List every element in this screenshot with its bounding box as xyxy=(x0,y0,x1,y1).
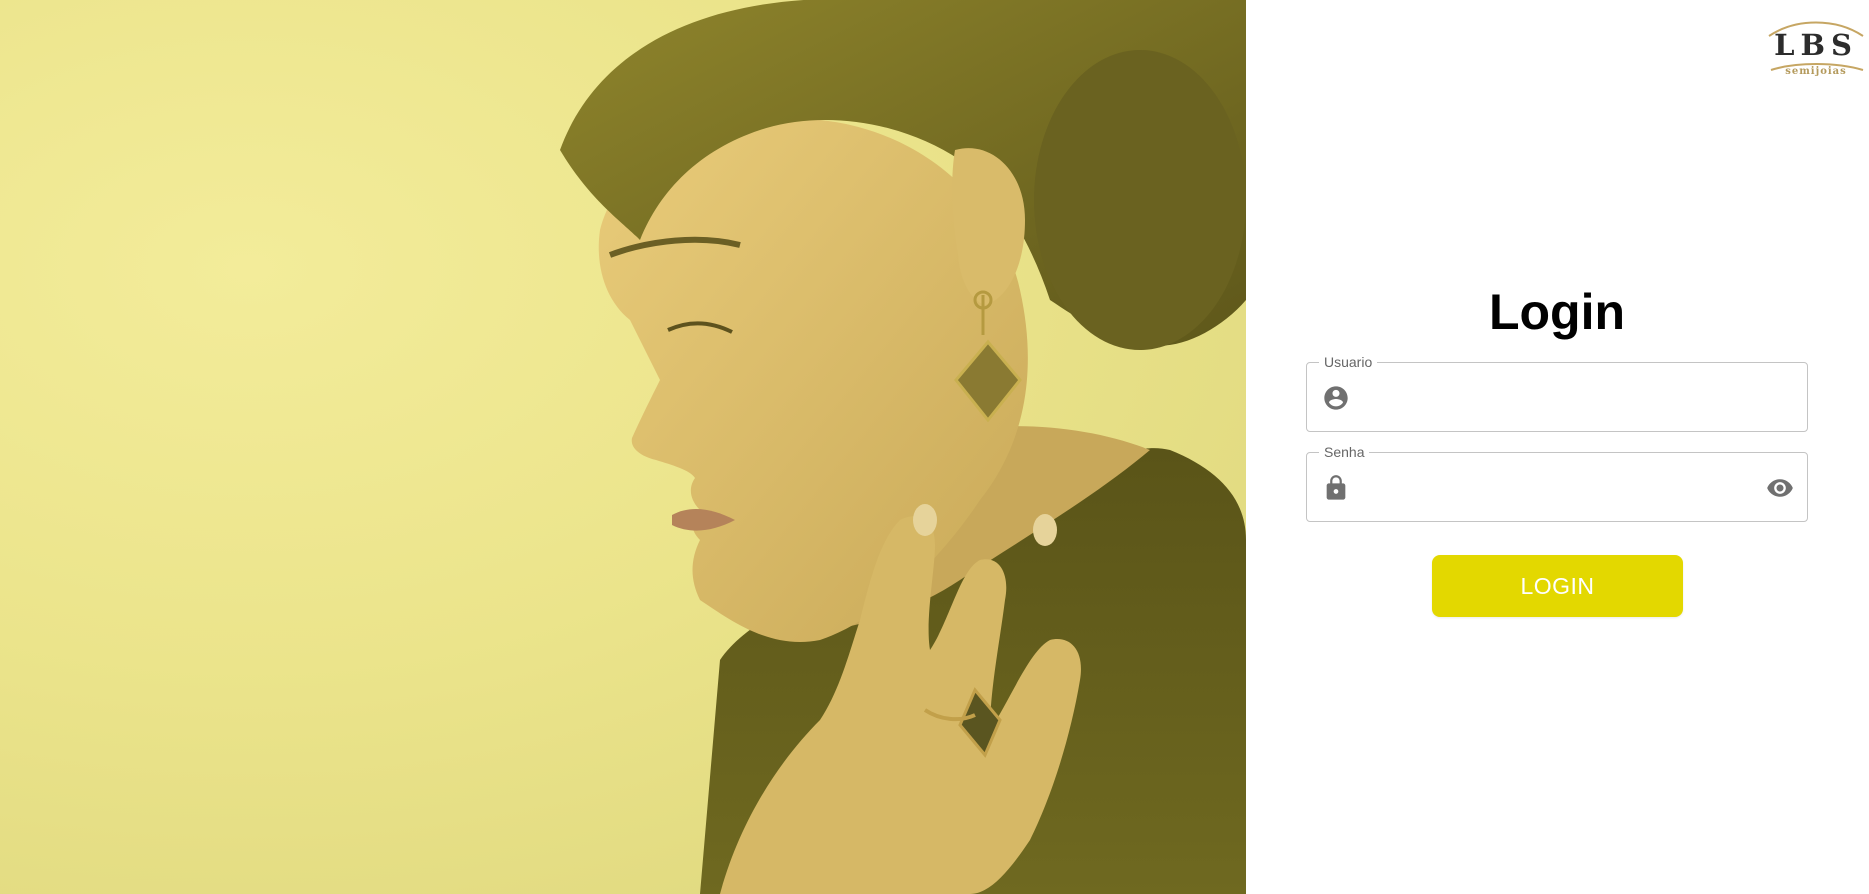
password-field[interactable]: Senha xyxy=(1306,443,1808,522)
eye-icon[interactable] xyxy=(1765,474,1795,502)
account-circle-icon xyxy=(1324,386,1348,410)
hero-illustration xyxy=(560,0,1246,894)
hero-image xyxy=(0,0,1246,894)
login-page: LBS semijoias Login Usuario Senha LOGIN xyxy=(0,0,1869,894)
password-label: Senha xyxy=(1319,443,1370,461)
username-input[interactable] xyxy=(1365,363,1745,431)
username-field[interactable]: Usuario xyxy=(1306,353,1808,432)
logo-subtext: semijoias xyxy=(1785,66,1847,77)
login-button[interactable]: LOGIN xyxy=(1432,555,1683,617)
password-input[interactable] xyxy=(1365,453,1745,521)
brand-logo: LBS semijoias xyxy=(1766,18,1866,80)
login-title: Login xyxy=(1488,284,1626,340)
logo-text: LBS xyxy=(1774,28,1858,62)
lock-icon xyxy=(1326,475,1346,500)
